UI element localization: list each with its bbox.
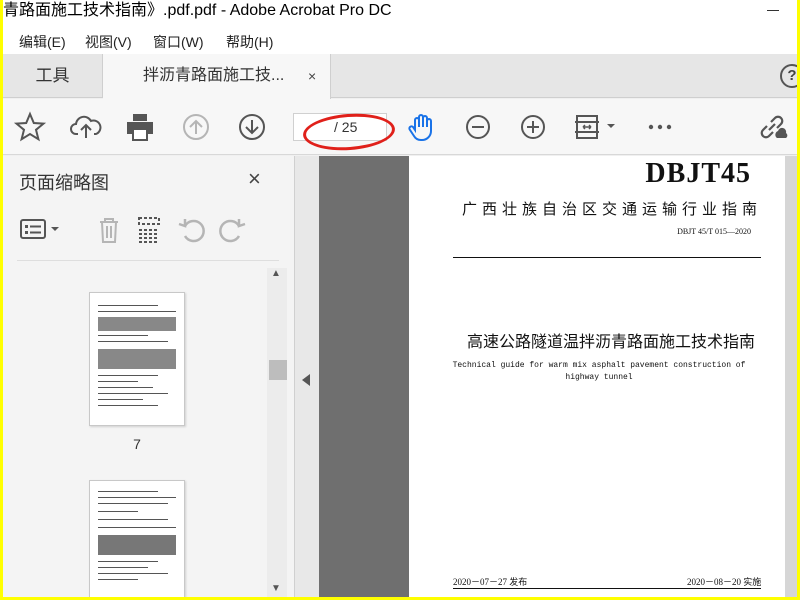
title-bar: 青路面施工技术指南》.pdf.pdf - Adobe Acrobat Pro D… xyxy=(3,0,797,26)
menu-window[interactable]: 窗口(W) xyxy=(153,32,204,52)
tab-bar: 工具 拌沥青路面施工技... × ? xyxy=(3,54,797,99)
rotate-left-icon[interactable] xyxy=(175,214,207,246)
panel-close-button[interactable]: × xyxy=(248,166,261,192)
menu-help[interactable]: 帮助(H) xyxy=(226,32,273,52)
help-button[interactable]: ? xyxy=(780,64,797,88)
hand-icon[interactable] xyxy=(405,110,439,144)
thumbnail-page-7[interactable] xyxy=(89,292,185,426)
page-number-box: / 25 xyxy=(293,113,387,141)
document-title: 高速公路隧道温拌沥青路面施工技术指南 xyxy=(466,332,755,351)
zoom-out-icon[interactable] xyxy=(461,110,495,144)
fit-page-icon[interactable] xyxy=(571,110,619,144)
document-subtitle: Technical guide for warm mix asphalt pav… xyxy=(452,361,746,382)
panel-divider xyxy=(17,260,279,261)
page-number-input[interactable] xyxy=(294,114,330,140)
delete-icon[interactable] xyxy=(93,214,125,246)
share-link-icon[interactable] xyxy=(755,110,789,144)
zoom-in-icon[interactable] xyxy=(516,110,550,144)
page-thumbnails-panel: 页面缩略图 × 7 ▲ ▼ xyxy=(3,156,295,597)
scroll-thumb[interactable] xyxy=(269,360,287,380)
tab-tools[interactable]: 工具 xyxy=(3,54,103,98)
issuing-organization: 广西壮族自治区交通运输行业指南 xyxy=(461,202,762,218)
window-title: 青路面施工技术指南》.pdf.pdf - Adobe Acrobat Pro D… xyxy=(3,2,392,19)
thumbnail-options-icon[interactable] xyxy=(17,214,63,246)
standard-code: DBJT45 xyxy=(645,158,751,189)
rotate-right-icon[interactable] xyxy=(217,214,249,246)
menu-bar: 编辑(E) 视图(V) 窗口(W) 帮助(H) xyxy=(3,26,797,54)
thumbnail-label: 7 xyxy=(133,436,141,452)
page-up-icon[interactable] xyxy=(179,110,213,144)
page-total: / 25 xyxy=(334,119,358,135)
thumbnail-list: 7 xyxy=(3,268,267,597)
menu-edit[interactable]: 编辑(E) xyxy=(19,32,66,52)
panel-title: 页面缩略图 xyxy=(19,173,109,193)
page-down-icon[interactable] xyxy=(235,110,269,144)
implement-date: 2020－08－20 实施 xyxy=(687,577,762,587)
toolbar: / 25 xyxy=(3,99,797,155)
pdf-page: DBJT45 广西壮族自治区交通运输行业指南 DBJT 45/T 015—202… xyxy=(409,156,785,597)
tab-close-button[interactable]: × xyxy=(308,54,316,98)
panel-toolbar xyxy=(3,214,295,256)
upload-icon[interactable] xyxy=(69,110,103,144)
publish-date: 2020－07－27 发布 xyxy=(453,577,528,587)
star-icon[interactable] xyxy=(13,110,47,144)
print-icon[interactable] xyxy=(123,110,157,144)
menu-view[interactable]: 视图(V) xyxy=(85,32,132,52)
thumbnail-page-8[interactable] xyxy=(89,480,185,597)
tab-document-label: 拌沥青路面施工技... xyxy=(143,67,285,84)
extract-page-icon[interactable] xyxy=(133,214,165,246)
more-icon[interactable] xyxy=(643,110,677,144)
scroll-up-icon[interactable]: ▲ xyxy=(271,268,281,279)
thumbnail-scrollbar[interactable]: ▲ ▼ xyxy=(267,268,287,597)
minimize-button[interactable] xyxy=(767,10,779,11)
acrobat-window: 青路面施工技术指南》.pdf.pdf - Adobe Acrobat Pro D… xyxy=(3,0,797,597)
scroll-down-icon[interactable]: ▼ xyxy=(271,583,281,594)
standard-number: DBJT 45/T 015—2020 xyxy=(677,227,751,236)
tab-document[interactable]: 拌沥青路面施工技... × xyxy=(103,54,331,99)
footer-rule xyxy=(453,588,761,589)
collapse-arrow-icon[interactable] xyxy=(302,374,310,386)
panel-collapse-strip[interactable] xyxy=(295,156,319,597)
document-scrollbar[interactable] xyxy=(785,156,797,597)
header-rule xyxy=(453,257,761,258)
